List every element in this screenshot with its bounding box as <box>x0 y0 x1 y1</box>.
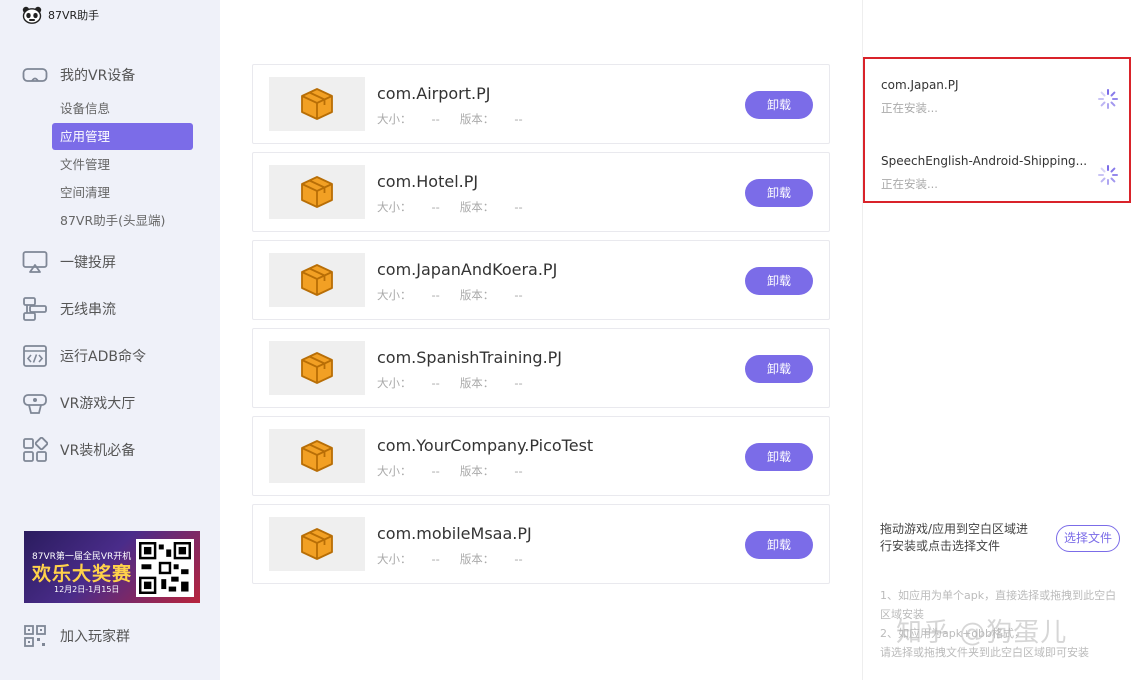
app-thumbnail <box>269 341 365 395</box>
app-name: com.SpanishTraining.PJ <box>377 348 563 367</box>
nav-screen-cast[interactable]: 一键投屏 <box>22 249 116 275</box>
promo-banner[interactable]: 87VR第一届全民VR开机 欢乐大奖赛 12月2日-1月15日 <box>24 531 200 603</box>
app-thumbnail <box>269 517 365 571</box>
version-text: 版本： -- <box>459 552 523 566</box>
package-box-icon <box>301 88 333 120</box>
choose-file-button[interactable]: 选择文件 <box>1056 525 1120 552</box>
sub-app-management[interactable]: 应用管理 <box>52 123 193 150</box>
installing-status: 正在安装... <box>881 101 938 115</box>
nav-adb-command[interactable]: 运行ADB命令 <box>22 343 146 369</box>
app-meta: 大小： -- 版本： -- <box>377 463 523 479</box>
app-meta: 大小： -- 版本： -- <box>377 551 523 567</box>
game-hall-icon <box>22 390 48 416</box>
nav-my-vr-device[interactable]: 我的VR设备 <box>22 62 135 88</box>
uninstall-button[interactable]: 卸载 <box>745 443 813 471</box>
uninstall-button[interactable]: 卸载 <box>745 355 813 383</box>
app-meta: 大小： -- 版本： -- <box>377 375 523 391</box>
app-title: 87VR助手 <box>48 9 100 22</box>
size-text: 大小： -- <box>377 464 440 478</box>
app-card: com.SpanishTraining.PJ 大小： -- 版本： -- 卸载 <box>252 328 830 408</box>
installing-status: 正在安装... <box>881 177 938 191</box>
nav-join-group[interactable]: 加入玩家群 <box>22 623 130 649</box>
version-text: 版本： -- <box>459 288 523 302</box>
uninstall-button[interactable]: 卸载 <box>745 91 813 119</box>
nav-label: VR装机必备 <box>60 443 136 459</box>
size-text: 大小： -- <box>377 112 440 126</box>
panda-logo-icon <box>22 6 42 24</box>
uninstall-button[interactable]: 卸载 <box>745 179 813 207</box>
nav-wireless-stream[interactable]: 无线串流 <box>22 296 116 322</box>
app-thumbnail <box>269 165 365 219</box>
installing-list: com.Japan.PJ 正在安装... SpeechEnglish-Andro… <box>863 57 1131 203</box>
app-name: com.YourCompany.PicoTest <box>377 436 594 455</box>
app-meta: 大小： -- 版本： -- <box>377 111 523 127</box>
size-text: 大小： -- <box>377 376 440 390</box>
app-thumbnail <box>269 253 365 307</box>
sub-headset-helper[interactable]: 87VR助手(头显端) <box>52 207 193 234</box>
loading-spinner-icon <box>1098 89 1118 109</box>
version-text: 版本： -- <box>459 200 523 214</box>
nav-label: 我的VR设备 <box>60 68 136 84</box>
promo-line3: 12月2日-1月15日 <box>54 585 120 594</box>
vr-headset-icon <box>22 62 48 88</box>
nav-label: 运行ADB命令 <box>60 349 146 365</box>
screen-cast-icon <box>22 249 48 275</box>
size-text: 大小： -- <box>377 200 440 214</box>
qr-group-icon <box>22 623 48 649</box>
package-box-icon <box>301 264 333 296</box>
app-name: com.JapanAndKoera.PJ <box>377 260 558 279</box>
nav-label: VR游戏大厅 <box>60 396 136 412</box>
package-box-icon <box>301 440 333 472</box>
app-name: com.mobileMsaa.PJ <box>377 524 532 543</box>
version-text: 版本： -- <box>459 112 523 126</box>
stream-icon <box>22 296 48 322</box>
loading-spinner-icon <box>1098 165 1118 185</box>
app-card: com.YourCompany.PicoTest 大小： -- 版本： -- 卸载 <box>252 416 830 496</box>
app-card: com.Hotel.PJ 大小： -- 版本： -- 卸载 <box>252 152 830 232</box>
watermark: 知乎 @狗蛋儿 <box>896 618 1068 648</box>
installing-app-name: com.Japan.PJ <box>881 78 959 92</box>
uninstall-button[interactable]: 卸载 <box>745 531 813 559</box>
code-icon <box>22 343 48 369</box>
app-thumbnail <box>269 429 365 483</box>
size-text: 大小： -- <box>377 552 440 566</box>
package-box-icon <box>301 528 333 560</box>
app-card: com.mobileMsaa.PJ 大小： -- 版本： -- 卸载 <box>252 504 830 584</box>
drop-hint: 拖动游戏/应用到空白区域进行安装或点击选择文件 <box>880 522 1029 553</box>
sub-device-info[interactable]: 设备信息 <box>52 95 193 122</box>
promo-line2: 欢乐大奖赛 <box>32 563 133 585</box>
package-box-icon <box>301 176 333 208</box>
package-box-icon <box>301 352 333 384</box>
nav-label: 加入玩家群 <box>60 629 130 645</box>
uninstall-button[interactable]: 卸载 <box>745 267 813 295</box>
app-name: com.Hotel.PJ <box>377 172 479 191</box>
app-card: com.Airport.PJ 大小： -- 版本： -- 卸载 <box>252 64 830 144</box>
installing-app-name: SpeechEnglish-Android-Shipping... <box>881 154 1088 168</box>
app-name: com.Airport.PJ <box>377 84 491 103</box>
qr-code-icon <box>136 539 194 597</box>
sub-file-management[interactable]: 文件管理 <box>52 151 193 178</box>
sub-space-cleanup[interactable]: 空间清理 <box>52 179 193 206</box>
nav-label: 一键投屏 <box>60 255 116 271</box>
version-text: 版本： -- <box>459 376 523 390</box>
app-brand: 87VR助手 <box>22 6 99 24</box>
nav-vr-essentials[interactable]: VR装机必备 <box>22 437 135 463</box>
app-meta: 大小： -- 版本： -- <box>377 287 523 303</box>
sidebar: 87VR助手 我的VR设备 设备信息 应用管理 文件管理 空间清理 87VR助手… <box>0 0 220 680</box>
app-card: com.JapanAndKoera.PJ 大小： -- 版本： -- 卸载 <box>252 240 830 320</box>
app-meta: 大小： -- 版本： -- <box>377 199 523 215</box>
apps-grid-icon <box>22 437 48 463</box>
size-text: 大小： -- <box>377 288 440 302</box>
nav-vr-game-hall[interactable]: VR游戏大厅 <box>22 390 135 416</box>
nav-label: 无线串流 <box>60 302 116 318</box>
app-thumbnail <box>269 77 365 131</box>
version-text: 版本： -- <box>459 464 523 478</box>
